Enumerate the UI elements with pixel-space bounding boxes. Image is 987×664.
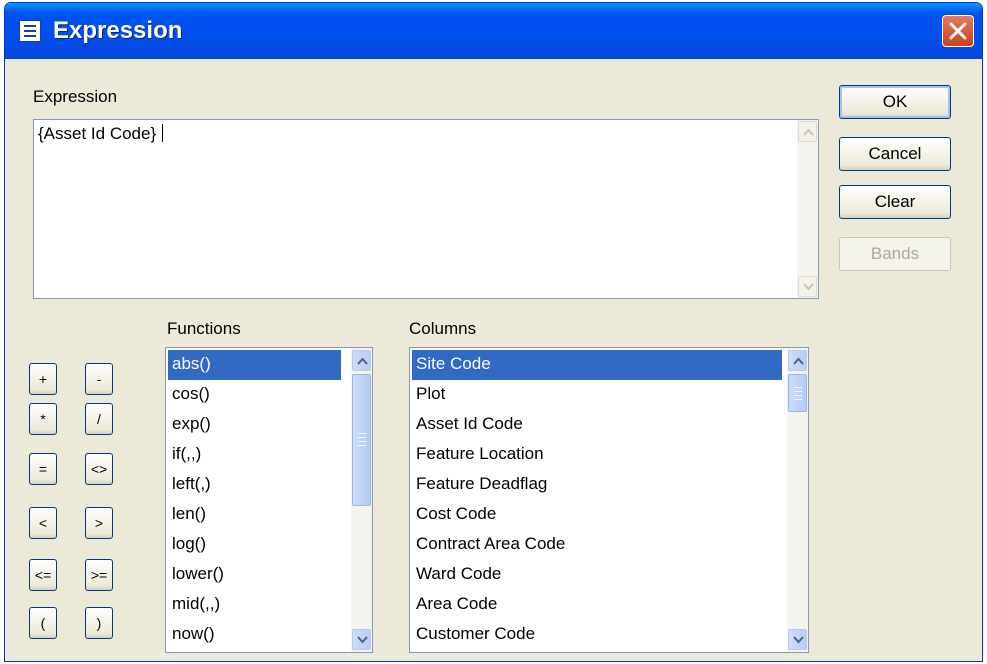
functions-list[interactable]: abs() cos() exp() if(,,) left(,) len() l… [165, 347, 373, 653]
close-icon [949, 22, 967, 40]
cancel-button[interactable]: Cancel [839, 137, 951, 171]
close-paren-button[interactable]: ) [85, 607, 113, 639]
column-item[interactable]: Feature Location [412, 440, 782, 470]
function-item[interactable]: now() [168, 620, 341, 650]
expression-value[interactable]: {Asset Id Code} [38, 124, 163, 144]
function-item[interactable]: cos() [168, 380, 341, 410]
column-item[interactable]: Feature Deadflag [412, 470, 782, 500]
scroll-down-button[interactable] [352, 629, 371, 650]
chevron-down-icon [357, 636, 368, 644]
function-item[interactable]: mid(,,) [168, 590, 341, 620]
divide-button[interactable]: / [85, 403, 113, 435]
column-item[interactable]: Cost Code [412, 500, 782, 530]
chevron-up-icon [793, 357, 804, 365]
chevron-up-icon [803, 128, 814, 136]
function-item[interactable]: log() [168, 530, 341, 560]
equals-button[interactable]: = [29, 453, 57, 485]
function-item[interactable]: if(,,) [168, 440, 341, 470]
expression-input[interactable]: {Asset Id Code} [33, 119, 819, 299]
function-item[interactable]: abs() [168, 350, 341, 380]
clear-button[interactable]: Clear [839, 185, 951, 219]
chevron-down-icon [803, 283, 814, 291]
plus-button[interactable]: + [29, 363, 57, 395]
function-item[interactable]: len() [168, 500, 341, 530]
scroll-up-button[interactable] [798, 121, 817, 142]
columns-scrollbar[interactable] [787, 348, 808, 652]
scroll-thumb[interactable] [788, 374, 807, 412]
column-item[interactable]: Customer Code [412, 620, 782, 650]
title-bar[interactable]: Expression [5, 3, 982, 59]
column-item[interactable]: Contract Area Code [412, 530, 782, 560]
close-button[interactable] [942, 15, 974, 47]
window-title: Expression [53, 17, 183, 44]
bands-button: Bands [839, 237, 951, 271]
column-item[interactable]: Site Code [412, 350, 782, 380]
function-item[interactable]: left(,) [168, 470, 341, 500]
less-equal-button[interactable]: <= [29, 559, 57, 591]
minus-button[interactable]: - [85, 363, 113, 395]
greater-equal-button[interactable]: >= [85, 559, 113, 591]
column-item[interactable]: Plot [412, 380, 782, 410]
chevron-up-icon [357, 357, 368, 365]
expression-scrollbar[interactable] [797, 120, 818, 298]
scroll-down-button[interactable] [788, 629, 807, 650]
column-item[interactable]: Ward Code [412, 560, 782, 590]
window-icon [19, 20, 41, 42]
less-than-button[interactable]: < [29, 507, 57, 539]
scroll-up-button[interactable] [352, 350, 371, 371]
functions-label: Functions [167, 319, 241, 338]
scroll-down-button[interactable] [798, 276, 817, 297]
function-item[interactable]: exp() [168, 410, 341, 440]
not-equal-button[interactable]: <> [85, 453, 113, 485]
function-item[interactable]: lower() [168, 560, 341, 590]
ok-button[interactable]: OK [839, 85, 951, 119]
columns-label: Columns [409, 319, 477, 338]
expression-label: Expression [33, 87, 118, 106]
chevron-down-icon [793, 636, 804, 644]
multiply-button[interactable]: * [29, 403, 57, 435]
expression-dialog: Expression Expression {Asset Id Code} OK… [4, 2, 983, 662]
column-item[interactable]: Asset Id Code [412, 410, 782, 440]
scroll-up-button[interactable] [788, 350, 807, 371]
scroll-thumb[interactable] [352, 374, 371, 506]
columns-list[interactable]: Site Code Plot Asset Id Code Feature Loc… [409, 347, 809, 653]
functions-scrollbar[interactable] [351, 348, 372, 652]
greater-than-button[interactable]: > [85, 507, 113, 539]
column-item[interactable]: Area Code [412, 590, 782, 620]
open-paren-button[interactable]: ( [29, 607, 57, 639]
